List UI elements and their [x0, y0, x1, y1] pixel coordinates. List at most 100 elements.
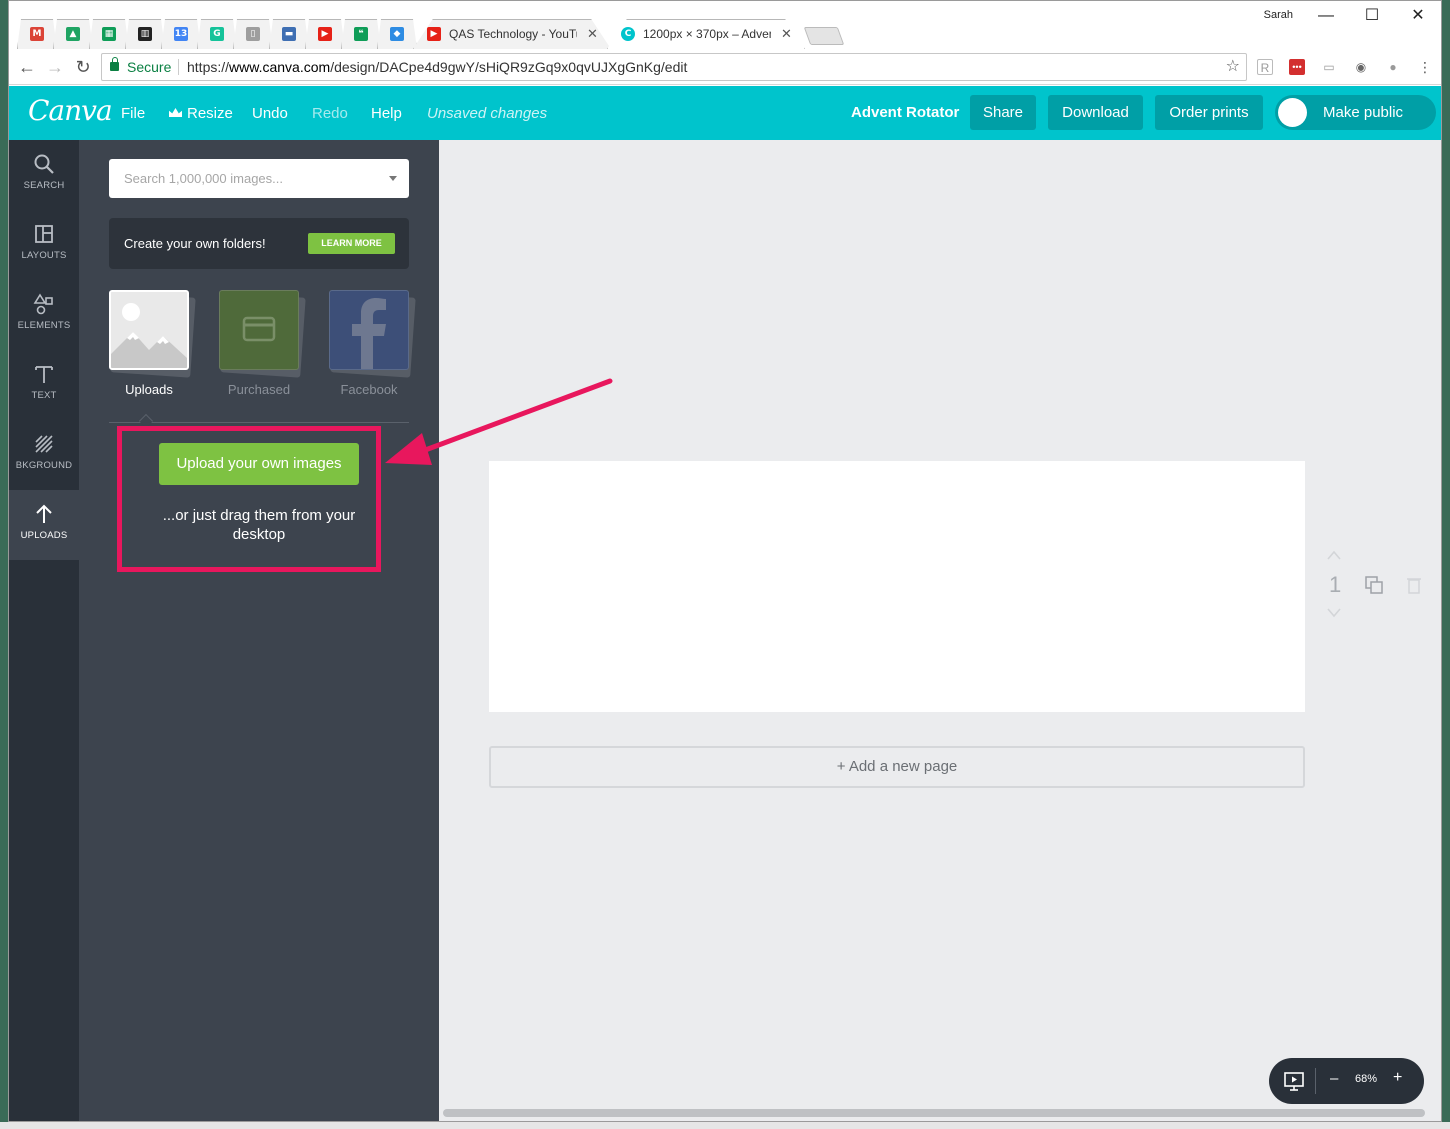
delete-page-icon[interactable] — [1405, 575, 1423, 595]
calendar-icon: 13 — [174, 27, 188, 41]
back-icon[interactable]: ← — [15, 55, 39, 79]
divider — [178, 59, 179, 75]
tab-pinned[interactable]: G — [197, 19, 237, 49]
make-public-toggle[interactable]: Make public — [1275, 95, 1436, 130]
zoom-out-button[interactable]: – — [1330, 1070, 1338, 1087]
duplicate-page-icon[interactable] — [1363, 574, 1385, 596]
tab-pinned[interactable]: ▬ — [269, 19, 309, 49]
layouts-icon — [35, 225, 53, 243]
profile-name[interactable]: Sarah — [1264, 9, 1293, 21]
sidebar-item-label: LAYOUTS — [21, 250, 67, 261]
close-icon[interactable]: ✕ — [587, 26, 598, 42]
toggle-knob — [1278, 98, 1307, 127]
horizontal-scrollbar[interactable] — [443, 1109, 1425, 1117]
folder-facebook[interactable] — [329, 290, 409, 370]
sidebar-item-uploads[interactable]: UPLOADS — [9, 490, 79, 560]
save-status: Unsaved changes — [427, 105, 548, 122]
new-tab-button[interactable] — [803, 27, 845, 45]
forward-icon[interactable]: → — [43, 55, 67, 79]
search-icon — [34, 154, 54, 174]
secure-label: Secure — [127, 59, 172, 75]
canva-logo[interactable]: Canva — [28, 94, 113, 127]
grammarly-icon: G — [210, 27, 224, 41]
menu-resize[interactable]: Resize — [169, 105, 233, 122]
menu-file[interactable]: File — [121, 105, 145, 122]
url-host: www.canva.com — [229, 59, 331, 75]
bookmark-star-icon[interactable]: ☆ — [1226, 54, 1240, 80]
sidebar-item-elements[interactable]: ELEMENTS — [9, 280, 79, 350]
chevron-down-icon[interactable] — [389, 176, 397, 181]
minimize-icon[interactable]: — — [1303, 5, 1349, 27]
folder-label: Facebook — [340, 382, 398, 397]
maximize-icon[interactable]: ☐ — [1349, 5, 1395, 27]
tabs-container: M ▲ ▦ ▥ 13 G ▯ ▬ ▶ ❝ ◆ ▶ QAS Technology - YouTu ✕ … — [17, 19, 845, 49]
folder-purchased[interactable] — [219, 290, 299, 370]
page-number: 1 — [1329, 572, 1342, 597]
learn-more-button[interactable]: LEARN MORE — [308, 233, 395, 254]
facebook-icon — [352, 298, 386, 369]
share-button[interactable]: Share — [970, 95, 1036, 130]
trello-icon: ▥ — [138, 27, 152, 41]
address-bar[interactable]: Secure https://www.canva.com/design/DACp… — [101, 53, 1247, 81]
divider — [1315, 1068, 1316, 1094]
design-title[interactable]: Advent Rotator — [851, 104, 959, 121]
menu-redo[interactable]: Redo — [312, 105, 348, 122]
folder-label: Uploads — [125, 382, 173, 397]
upload-arrow-icon — [36, 504, 52, 523]
present-icon[interactable] — [1283, 1070, 1305, 1092]
move-up-icon[interactable] — [1325, 548, 1343, 562]
sidebar-item-text[interactable]: TEXT — [9, 350, 79, 420]
tab-canva[interactable]: C 1200px × 370px – Adven ✕ — [607, 19, 805, 49]
tab-title: QAS Technology - YouTu — [449, 27, 577, 41]
design-workspace: + Add a new page 1 – 68% + — [439, 140, 1441, 1121]
download-button[interactable]: Download — [1048, 95, 1143, 130]
tab-pinned[interactable]: ▯ — [233, 19, 273, 49]
tab-pinned[interactable]: 13 — [161, 19, 201, 49]
image-search-input[interactable]: Search 1,000,000 images... — [109, 159, 409, 198]
order-prints-button[interactable]: Order prints — [1155, 95, 1263, 130]
zoom-in-button[interactable]: + — [1393, 1069, 1402, 1087]
menu-help[interactable]: Help — [371, 105, 402, 122]
text-icon — [35, 366, 53, 383]
sidebar-item-search[interactable]: SEARCH — [9, 140, 79, 210]
sidebar-item-label: BKGROUND — [15, 460, 73, 471]
document-icon: ▯ — [246, 27, 260, 41]
tab-strip: M ▲ ▦ ▥ 13 G ▯ ▬ ▶ ❝ ◆ ▶ QAS Technology - YouTu ✕ … — [9, 1, 1441, 49]
sidebar-item-layouts[interactable]: LAYOUTS — [9, 210, 79, 280]
close-window-icon[interactable]: ✕ — [1395, 5, 1441, 27]
left-sidebar: SEARCH LAYOUTS ELEMENTS TEXT BKGROUND UP… — [9, 140, 79, 1121]
menu-dots-icon[interactable]: ⋮ — [1417, 59, 1433, 75]
reload-icon[interactable]: ↻ — [71, 55, 95, 79]
tab-pinned[interactable]: ▥ — [125, 19, 165, 49]
move-down-icon[interactable] — [1325, 606, 1343, 620]
tab-pinned[interactable]: ▲ — [53, 19, 93, 49]
tab-pinned[interactable]: ❝ — [341, 19, 381, 49]
menu-undo[interactable]: Undo — [252, 105, 288, 122]
design-page[interactable] — [489, 461, 1305, 712]
extension-icon[interactable]: R — [1257, 59, 1273, 75]
sidebar-item-background[interactable]: BKGROUND — [9, 420, 79, 490]
close-icon[interactable]: ✕ — [781, 26, 792, 42]
folder-uploads[interactable] — [109, 290, 189, 370]
extension-bulb-icon[interactable]: ● — [1385, 59, 1401, 75]
promo-text: Create your own folders! — [124, 236, 266, 251]
zoom-control: – 68% + — [1269, 1058, 1424, 1104]
gmail-icon: M — [30, 27, 44, 41]
tab-pinned[interactable]: ▶ — [305, 19, 345, 49]
add-page-button[interactable]: + Add a new page — [489, 746, 1305, 788]
extension-chat-icon[interactable]: ▭ — [1321, 59, 1337, 75]
tab-youtube-qas[interactable]: ▶ QAS Technology - YouTu ✕ — [413, 19, 611, 49]
make-public-label: Make public — [1323, 104, 1404, 121]
sidebar-item-label: TEXT — [31, 390, 57, 401]
camera-icon[interactable]: ◉ — [1353, 59, 1369, 75]
hangouts-icon: ❝ — [354, 27, 368, 41]
tab-pinned[interactable]: M — [17, 19, 57, 49]
extension-badge-icon[interactable]: ••• — [1289, 59, 1305, 75]
crown-icon — [169, 108, 182, 117]
tab-pinned[interactable]: ◆ — [377, 19, 417, 49]
tab-pinned[interactable]: ▦ — [89, 19, 129, 49]
browser-toolbar: ← → ↻ Secure https://www.canva.com/desig… — [9, 49, 1441, 85]
url-text[interactable]: https://www.canva.com/design/DACpe4d9gwY… — [187, 54, 687, 80]
dropbox-icon: ◆ — [390, 27, 404, 41]
image-placeholder-icon — [111, 292, 187, 368]
